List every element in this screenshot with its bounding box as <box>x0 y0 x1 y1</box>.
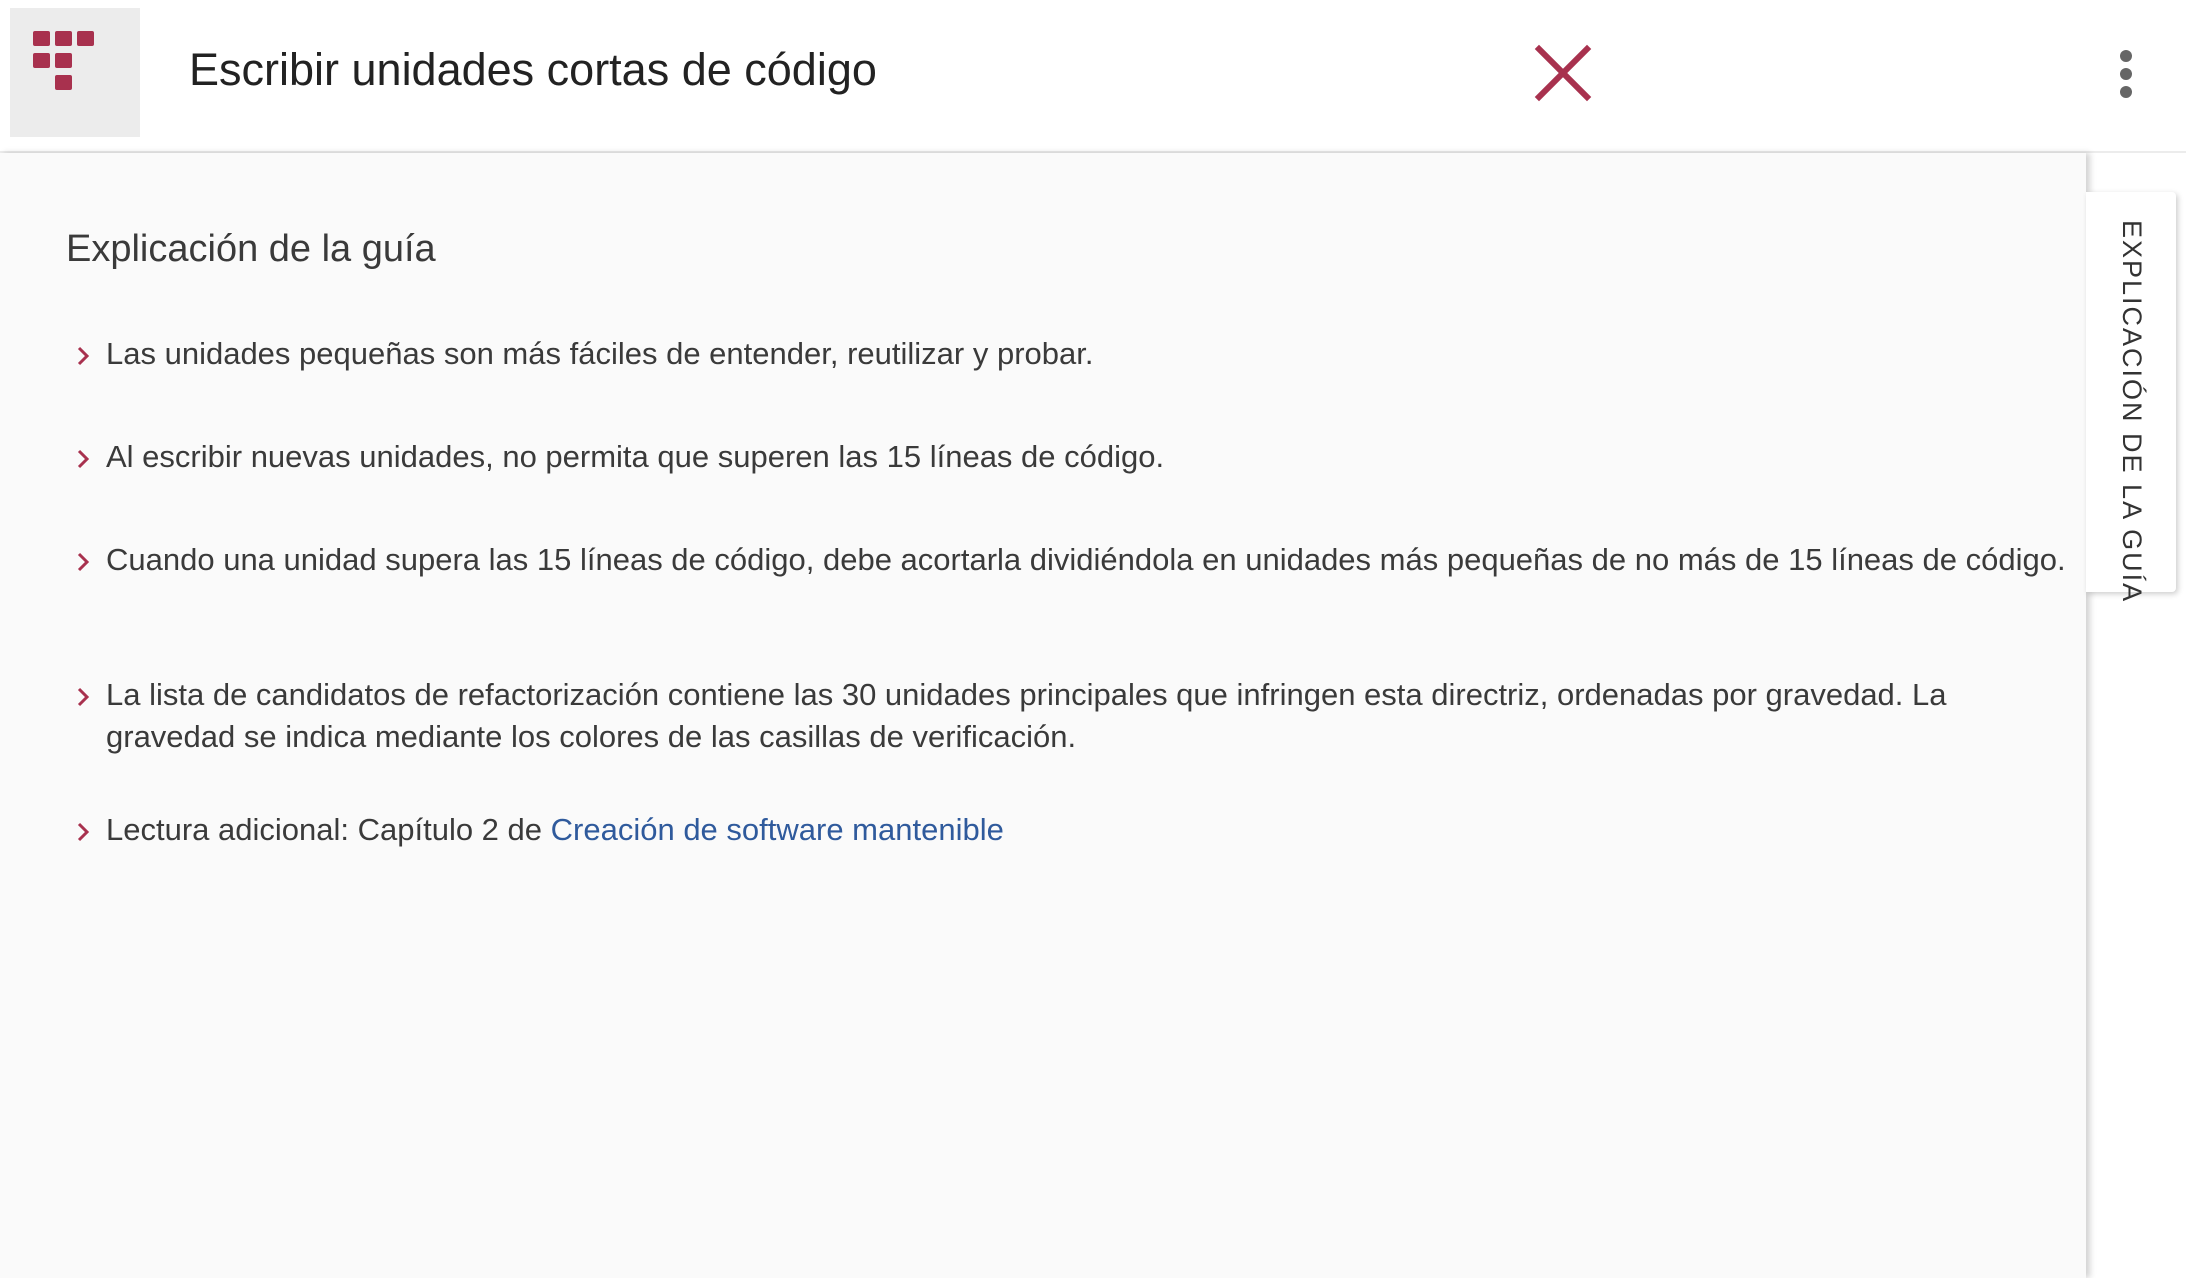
list-item-text: La lista de candidatos de refactorizació… <box>106 677 1947 754</box>
chevron-right-icon <box>77 687 90 707</box>
list-item-text: Cuando una unidad supera las 15 líneas d… <box>106 542 2066 577</box>
chevron-right-icon <box>77 346 90 366</box>
guide-explanation-panel: Explicación de la guía Las unidades pequ… <box>0 153 2086 1278</box>
app-header: Escribir unidades cortas de código <box>0 0 2186 153</box>
list-item: La lista de candidatos de refactorizació… <box>74 674 2066 758</box>
grid-logo-icon <box>33 31 94 90</box>
list-item: Lectura adicional: Capítulo 2 de Creació… <box>74 809 2066 851</box>
close-button[interactable] <box>1534 44 1592 102</box>
app-logo[interactable] <box>10 8 140 137</box>
chevron-right-icon <box>77 449 90 469</box>
more-vertical-icon <box>2120 50 2132 98</box>
chevron-right-icon <box>77 552 90 572</box>
section-title: Explicación de la guía <box>66 228 436 270</box>
close-icon <box>1534 44 1592 102</box>
list-item-text: Al escribir nuevas unidades, no permita … <box>106 439 1165 474</box>
list-item: Al escribir nuevas unidades, no permita … <box>74 436 2066 478</box>
chevron-right-icon <box>77 822 90 842</box>
book-link[interactable]: Creación de software mantenible <box>551 812 1004 847</box>
list-item: Las unidades pequeñas son más fáciles de… <box>74 333 2066 375</box>
side-tab-label: EXPLICACIÓN DE LA GUÍA <box>2117 220 2147 604</box>
page-title: Escribir unidades cortas de código <box>189 44 877 95</box>
side-tab-guide-explanation[interactable]: EXPLICACIÓN DE LA GUÍA <box>2086 192 2176 603</box>
more-options-button[interactable] <box>2106 44 2146 104</box>
list-item: Cuando una unidad supera las 15 líneas d… <box>74 539 2066 581</box>
list-item-text: Las unidades pequeñas son más fáciles de… <box>106 336 1094 371</box>
further-reading-prefix: Lectura adicional: Capítulo 2 de <box>106 812 551 847</box>
